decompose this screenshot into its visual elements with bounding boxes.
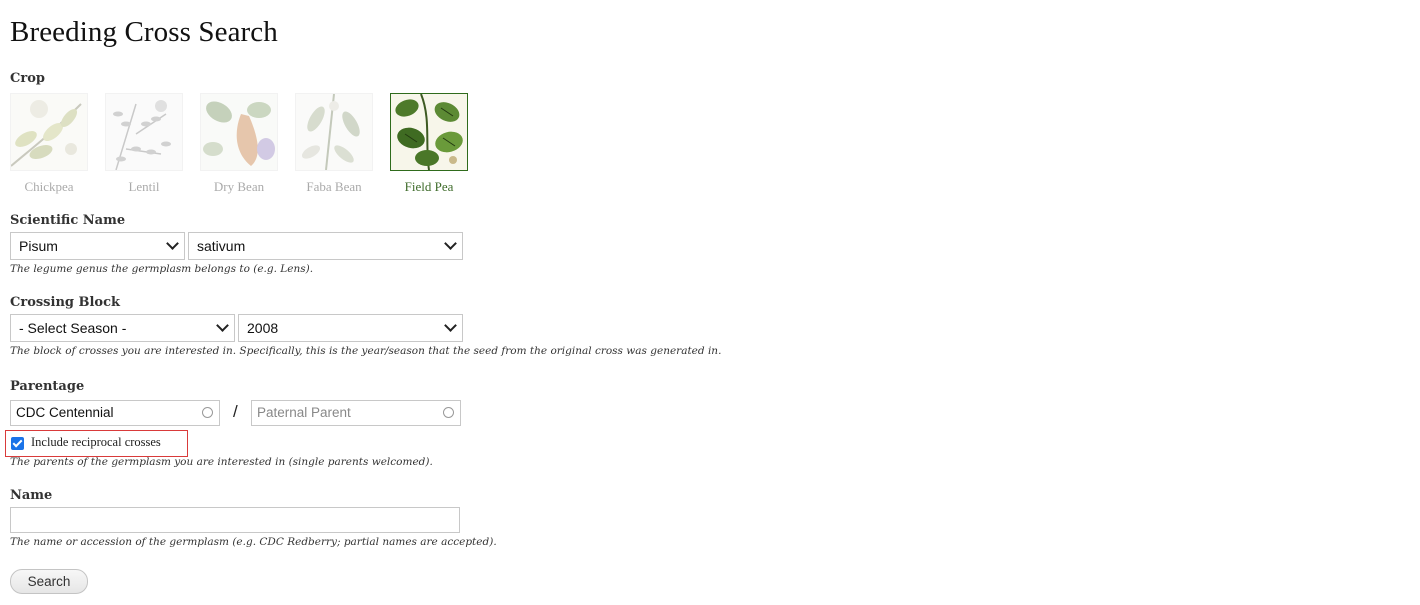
name-input[interactable] — [10, 507, 460, 533]
crop-option-faba-bean[interactable]: Faba Bean — [295, 93, 373, 195]
field-pea-illustration-icon — [390, 93, 468, 171]
scientific-name-label: Scientific Name — [10, 213, 126, 228]
reciprocal-label[interactable]: Include reciprocal crosses — [31, 435, 161, 450]
maternal-parent-input[interactable]: CDC Centennial — [10, 400, 220, 426]
species-value: sativum — [197, 238, 246, 254]
chevron-down-icon — [216, 319, 229, 332]
maternal-parent-value: CDC Centennial — [16, 405, 114, 420]
lentil-illustration-icon — [105, 93, 183, 171]
chevron-down-icon — [166, 237, 179, 250]
genus-value: Pisum — [19, 238, 58, 254]
genus-select[interactable]: Pisum — [10, 232, 185, 260]
autocomplete-throbber-icon — [202, 407, 213, 418]
chickpea-illustration-icon — [10, 93, 88, 171]
crop-name: Field Pea — [404, 179, 454, 194]
search-button[interactable]: Search — [10, 569, 88, 594]
scientific-name-description: The legume genus the germplasm belongs t… — [10, 263, 314, 275]
crop-name: Faba Bean — [306, 179, 362, 194]
parentage-description: The parents of the germplasm you are int… — [10, 456, 433, 468]
parent-separator: / — [233, 402, 238, 421]
reciprocal-checkbox[interactable] — [11, 437, 24, 450]
paternal-parent-input[interactable]: Paternal Parent — [251, 400, 461, 426]
crop-label: Crop — [10, 71, 45, 86]
crop-option-lentil[interactable]: Lentil — [105, 93, 183, 195]
year-value: 2008 — [247, 320, 279, 336]
autocomplete-throbber-icon — [443, 407, 454, 418]
season-value: - Select Season - — [19, 320, 127, 336]
name-description: The name or accession of the germplasm (… — [10, 536, 497, 548]
chevron-down-icon — [444, 237, 457, 250]
species-select[interactable]: sativum — [188, 232, 463, 260]
crop-name: Lentil — [128, 179, 160, 194]
crop-name: Dry Bean — [213, 179, 265, 194]
faba-bean-illustration-icon — [295, 93, 373, 171]
crop-option-field-pea[interactable]: Field Pea — [390, 93, 468, 195]
crop-option-chickpea[interactable]: Chickpea — [10, 93, 88, 195]
crop-name: Chickpea — [24, 179, 74, 194]
page-title: Breeding Cross Search — [10, 16, 278, 48]
chevron-down-icon — [444, 319, 457, 332]
paternal-parent-placeholder: Paternal Parent — [257, 405, 351, 420]
parentage-label: Parentage — [10, 379, 85, 394]
crossing-block-description: The block of crosses you are interested … — [10, 345, 722, 357]
dry-bean-illustration-icon — [200, 93, 278, 171]
season-select[interactable]: - Select Season - — [10, 314, 235, 342]
crossing-block-label: Crossing Block — [10, 295, 121, 310]
crop-option-dry-bean[interactable]: Dry Bean — [200, 93, 278, 195]
year-select[interactable]: 2008 — [238, 314, 463, 342]
name-label: Name — [10, 488, 53, 503]
reciprocal-highlight-box: Include reciprocal crosses — [5, 430, 188, 457]
